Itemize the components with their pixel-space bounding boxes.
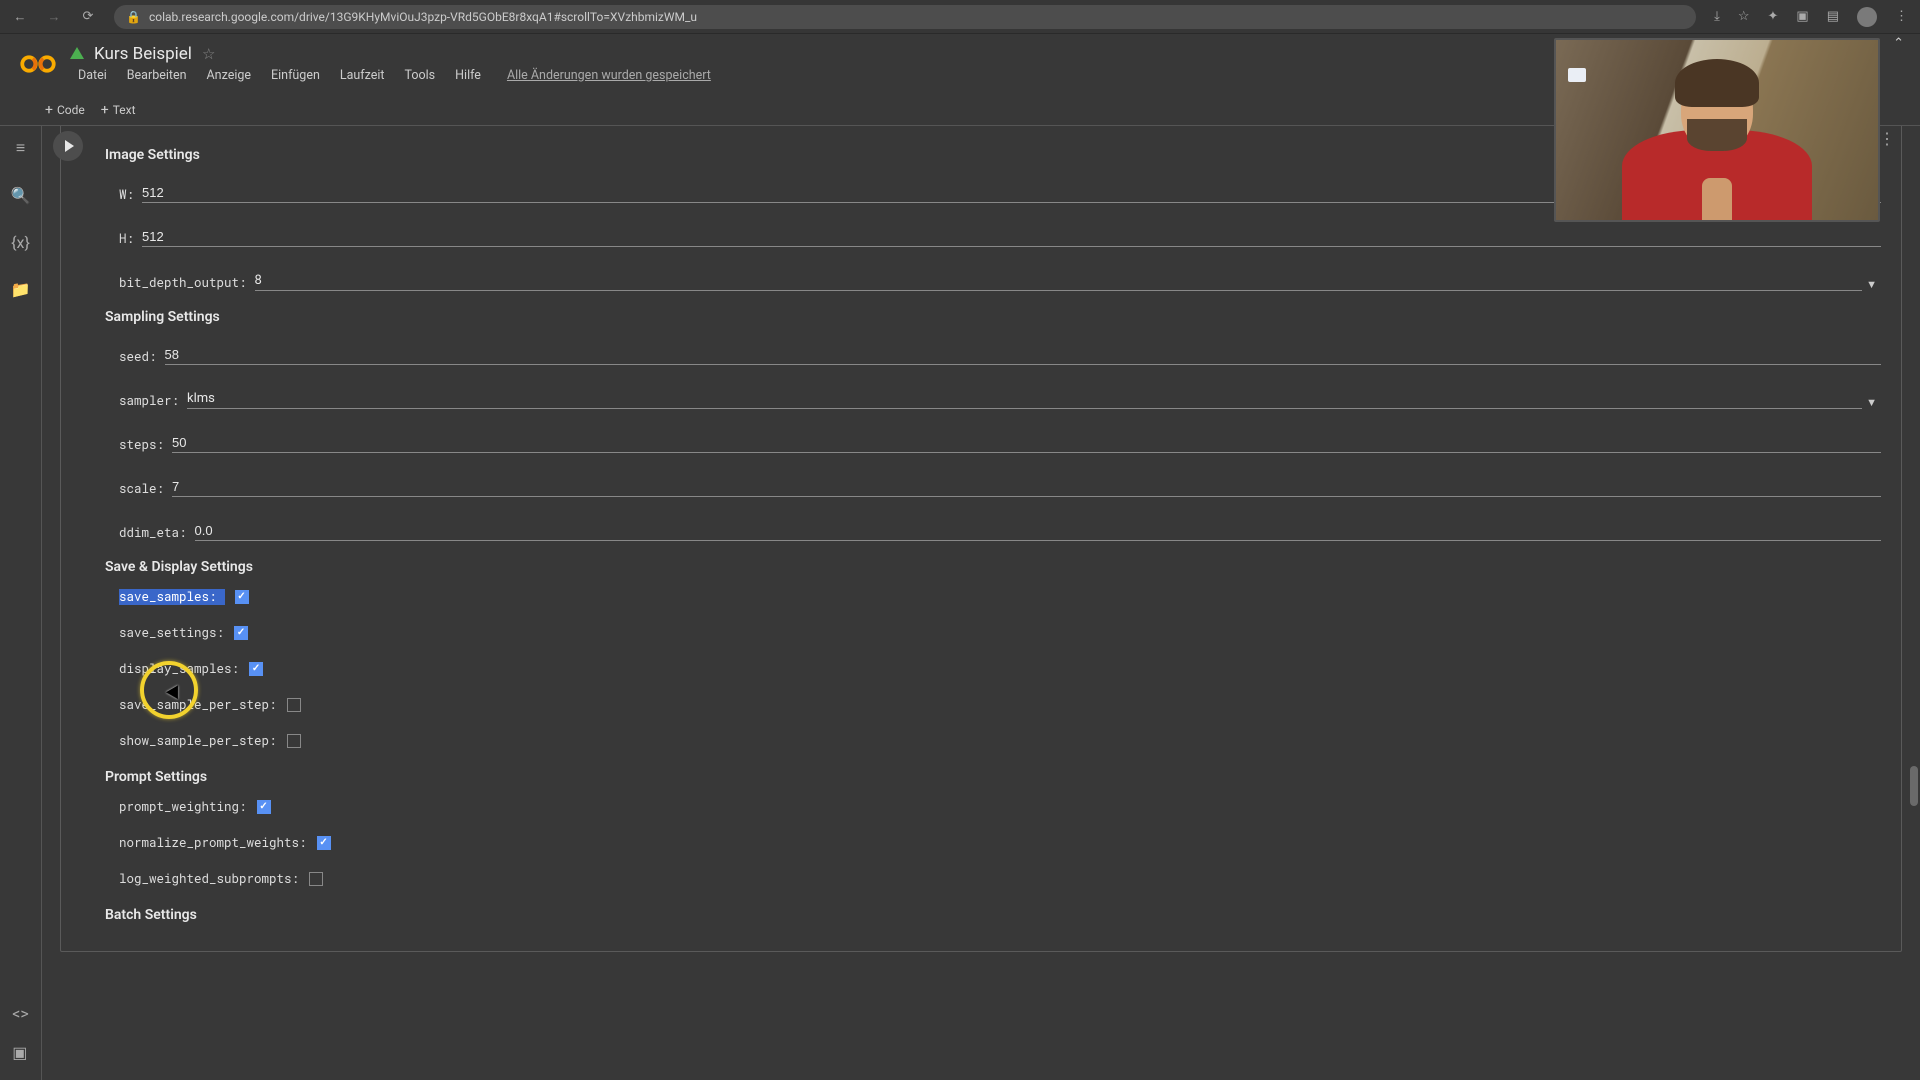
checkbox-prompt-weighting[interactable] (257, 800, 271, 814)
drive-icon (70, 47, 84, 59)
checkbox-normalize-prompt-weights[interactable] (317, 836, 331, 850)
menu-view[interactable]: Anzeige (199, 66, 259, 85)
star-icon[interactable]: ☆ (1738, 9, 1750, 24)
label-bit-depth-output: bit_depth_output: (119, 275, 255, 291)
address-bar[interactable]: 🔒 colab.research.google.com/drive/13G9KH… (114, 5, 1696, 29)
menu-runtime[interactable]: Laufzeit (332, 66, 393, 85)
label-save-settings: save_settings: (119, 625, 224, 641)
run-cell-button[interactable] (53, 131, 83, 161)
menu-edit[interactable]: Bearbeiten (119, 66, 195, 85)
input-ddim-eta[interactable] (195, 521, 1881, 541)
install-icon[interactable]: ⤓ (1714, 9, 1720, 24)
menu-tools[interactable]: Tools (397, 66, 444, 85)
label-display-samples: display_samples: (119, 661, 239, 677)
code-snippets-icon[interactable]: <> (12, 1004, 29, 1023)
url-text: colab.research.google.com/drive/13G9KHyM… (149, 10, 697, 24)
select-sampler[interactable]: klms▼ (187, 389, 1881, 409)
checkbox-save-samples[interactable] (235, 590, 249, 604)
menu-dots-icon[interactable]: ⋮ (1895, 9, 1908, 24)
forward-icon[interactable]: → (46, 9, 62, 25)
label-log-weighted-subprompts: log_weighted_subprompts: (119, 871, 299, 887)
files-icon[interactable]: 📁 (11, 280, 31, 299)
left-sidebar: ≡ 🔍 {x} 📁 <> ▣ (0, 126, 42, 1080)
back-icon[interactable]: ← (12, 9, 28, 25)
label-seed: seed: (119, 349, 165, 365)
reload-icon[interactable]: ⟳ (80, 9, 96, 24)
section-batch-settings: Batch Settings (105, 907, 1881, 923)
input-seed[interactable] (165, 345, 1881, 365)
form-cell: ⋮ Image Settings W: H: bit_depth_output:… (60, 126, 1902, 952)
extensions-icon[interactable]: ✦ (1768, 9, 1779, 24)
side-panel-icon[interactable]: ▣ (1796, 9, 1808, 24)
checkbox-log-weighted-subprompts[interactable] (309, 872, 323, 886)
webcam-overlay (1554, 38, 1880, 222)
checkbox-save-settings[interactable] (234, 626, 248, 640)
label-save-samples: save_samples: (119, 589, 225, 605)
label-H: H: (119, 231, 142, 247)
menu-bar: Datei Bearbeiten Anzeige Einfügen Laufze… (70, 66, 719, 85)
profile-avatar[interactable] (1857, 7, 1877, 27)
save-status[interactable]: Alle Änderungen wurden gespeichert (499, 66, 719, 85)
lock-icon: 🔒 (126, 10, 141, 24)
cell-options-icon[interactable]: ⋮ (1879, 129, 1895, 148)
section-prompt-settings: Prompt Settings (105, 769, 1881, 785)
search-icon[interactable]: 🔍 (11, 186, 31, 205)
menu-help[interactable]: Hilfe (447, 66, 489, 85)
checkbox-save-sample-per-step[interactable] (287, 698, 301, 712)
scrollbar-thumb[interactable] (1910, 766, 1918, 806)
checkbox-display-samples[interactable] (249, 662, 263, 676)
label-sampler: sampler: (119, 393, 187, 409)
label-W: W: (119, 187, 142, 203)
add-code-button[interactable]: +Code (45, 102, 85, 118)
variables-icon[interactable]: {x} (11, 233, 30, 252)
input-steps[interactable] (172, 433, 1881, 453)
input-H[interactable] (142, 227, 1881, 247)
terminal-icon[interactable]: ▣ (12, 1043, 29, 1062)
label-scale: scale: (119, 481, 172, 497)
menu-insert[interactable]: Einfügen (263, 66, 328, 85)
chevron-down-icon: ▼ (1862, 396, 1881, 409)
reading-list-icon[interactable]: ▤ (1827, 9, 1839, 24)
label-show-sample-per-step: show_sample_per_step: (119, 733, 277, 749)
collapse-header-icon[interactable]: ⌃ (1893, 36, 1904, 51)
input-scale[interactable] (172, 477, 1881, 497)
star-document-icon[interactable]: ☆ (202, 45, 215, 63)
table-of-contents-icon[interactable]: ≡ (16, 138, 25, 158)
colab-logo-icon[interactable] (20, 46, 56, 82)
label-save-sample-per-step: save_sample_per_step: (119, 697, 277, 713)
section-sampling-settings: Sampling Settings (105, 309, 1881, 325)
checkbox-show-sample-per-step[interactable] (287, 734, 301, 748)
section-save-display-settings: Save & Display Settings (105, 559, 1881, 575)
label-ddim-eta: ddim_eta: (119, 525, 195, 541)
browser-chrome: ← → ⟳ 🔒 colab.research.google.com/drive/… (0, 0, 1920, 34)
add-text-button[interactable]: +Text (101, 102, 136, 118)
content-area: ⋮ Image Settings W: H: bit_depth_output:… (42, 126, 1920, 1080)
label-normalize-prompt-weights: normalize_prompt_weights: (119, 835, 307, 851)
label-prompt-weighting: prompt_weighting: (119, 799, 247, 815)
document-title[interactable]: Kurs Beispiel (94, 44, 192, 64)
label-steps: steps: (119, 437, 172, 453)
select-bit-depth-output[interactable]: 8▼ (255, 271, 1881, 291)
chevron-down-icon: ▼ (1862, 278, 1881, 291)
menu-file[interactable]: Datei (70, 66, 115, 85)
